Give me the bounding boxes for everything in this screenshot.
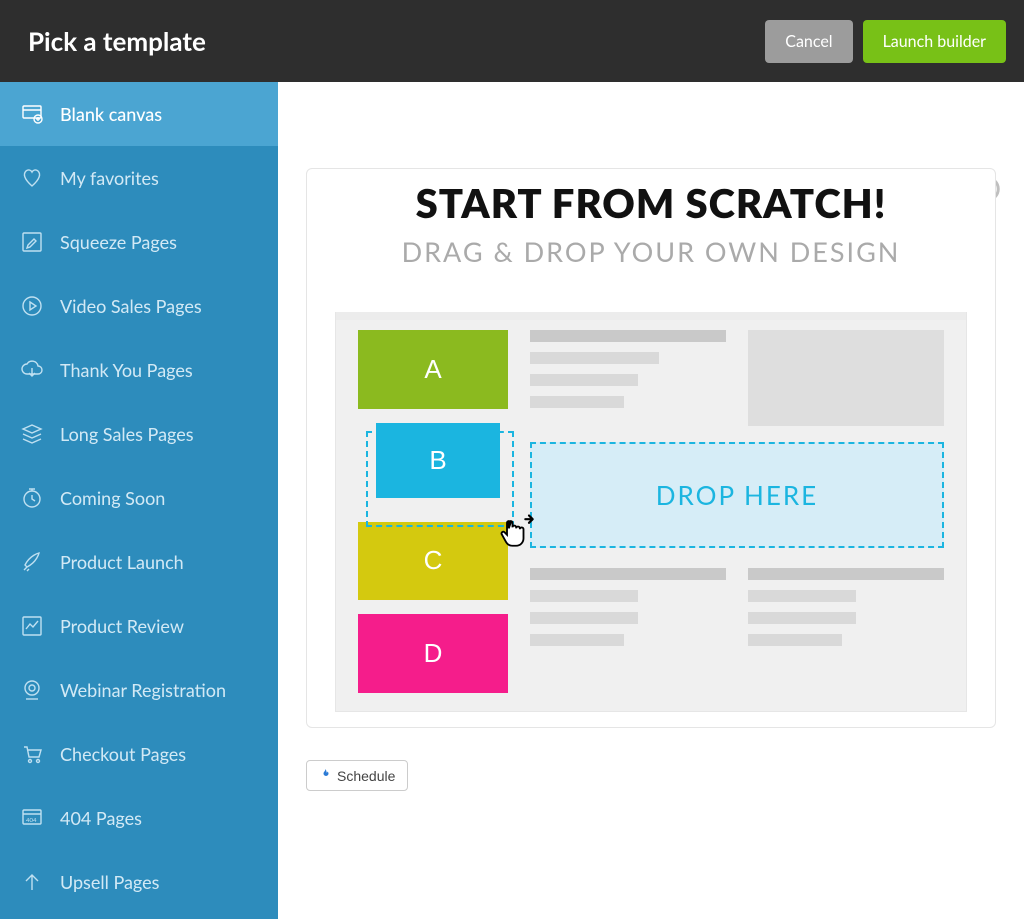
placeholder-line	[748, 612, 856, 624]
mock-block-c: C	[358, 522, 508, 601]
sidebar-item-label: Checkout Pages	[60, 743, 186, 765]
sidebar-item-product-review[interactable]: Product Review	[0, 594, 278, 658]
sidebar-item-label: Product Review	[60, 615, 184, 637]
drag-cursor-icon	[496, 510, 540, 554]
sidebar-item-my-favorites[interactable]: My favorites	[0, 146, 278, 210]
sidebar-item-label: Product Launch	[60, 551, 184, 573]
sidebar-item-long-sales[interactable]: Long Sales Pages	[0, 402, 278, 466]
preview-title: START FROM SCRATCH!	[307, 179, 995, 227]
placeholder-line	[530, 568, 726, 580]
drop-zone: DROP HERE	[530, 442, 944, 548]
placeholder-line	[530, 352, 659, 364]
clock-icon	[20, 486, 44, 510]
chart-icon	[20, 614, 44, 638]
mock-block-a: A	[358, 330, 508, 409]
sidebar-item-label: Video Sales Pages	[60, 295, 202, 317]
rocket-icon	[20, 550, 44, 574]
mock-block-d: D	[358, 614, 508, 693]
sidebar-item-checkout-pages[interactable]: Checkout Pages	[0, 722, 278, 786]
arrow-up-icon	[20, 870, 44, 894]
placeholder-line	[748, 634, 842, 646]
placeholder-line	[530, 330, 726, 342]
sidebar-item-webinar-registration[interactable]: Webinar Registration	[0, 658, 278, 722]
placeholder-line	[530, 612, 638, 624]
page-title: Pick a template	[28, 25, 206, 57]
mock-block-b: B	[376, 423, 500, 498]
sidebar-item-label: My favorites	[60, 167, 159, 189]
schedule-icon	[319, 767, 331, 784]
cancel-button[interactable]: Cancel	[765, 20, 852, 63]
cloud-download-icon	[20, 358, 44, 382]
placeholder-box	[748, 330, 944, 426]
placeholder-line	[530, 396, 624, 408]
mock-right-column: DROP HERE	[530, 330, 944, 693]
sidebar-item-label: Long Sales Pages	[60, 423, 194, 445]
sidebar: Blank canvas My favorites Squeeze Pages …	[0, 82, 278, 919]
canvas-plus-icon	[20, 102, 44, 126]
sidebar-item-404-pages[interactable]: 404 404 Pages	[0, 786, 278, 850]
sidebar-item-coming-soon[interactable]: Coming Soon	[0, 466, 278, 530]
error-page-icon: 404	[20, 806, 44, 830]
placeholder-line	[748, 590, 856, 602]
sidebar-item-upsell-pages[interactable]: Upsell Pages	[0, 850, 278, 914]
header: Pick a template Cancel Launch builder	[0, 0, 1024, 82]
cart-icon	[20, 742, 44, 766]
placeholder-line	[530, 590, 638, 602]
mock-left-column: A B C D	[358, 330, 508, 693]
sidebar-item-label: Blank canvas	[60, 103, 162, 125]
schedule-button[interactable]: Schedule	[306, 760, 408, 791]
template-preview-card[interactable]: START FROM SCRATCH! DRAG & DROP YOUR OWN…	[306, 168, 996, 728]
heart-icon	[20, 166, 44, 190]
launch-builder-button[interactable]: Launch builder	[863, 20, 1006, 63]
schedule-label: Schedule	[337, 768, 395, 784]
placeholder-line	[530, 634, 624, 646]
main-content: P Save START FROM SCRATCH! DRAG & DROP Y…	[278, 82, 1024, 919]
placeholder-line	[530, 374, 638, 386]
placeholder-line	[748, 568, 944, 580]
sidebar-item-label: Upsell Pages	[60, 871, 159, 893]
sidebar-item-squeeze-pages[interactable]: Squeeze Pages	[0, 210, 278, 274]
sidebar-item-label: Squeeze Pages	[60, 231, 177, 253]
header-buttons: Cancel Launch builder	[765, 20, 1006, 63]
stack-icon	[20, 422, 44, 446]
sidebar-item-blank-canvas[interactable]: Blank canvas	[0, 82, 278, 146]
play-circle-icon	[20, 294, 44, 318]
sidebar-item-video-sales[interactable]: Video Sales Pages	[0, 274, 278, 338]
layout-mockup: A B C D	[335, 312, 967, 712]
sidebar-item-thank-you[interactable]: Thank You Pages	[0, 338, 278, 402]
webcam-icon	[20, 678, 44, 702]
sidebar-item-label: 404 Pages	[60, 807, 142, 829]
sidebar-item-label: Thank You Pages	[60, 359, 193, 381]
svg-text:404: 404	[26, 817, 37, 824]
preview-subtitle: DRAG & DROP YOUR OWN DESIGN	[307, 235, 995, 268]
sidebar-item-product-launch[interactable]: Product Launch	[0, 530, 278, 594]
sidebar-item-label: Webinar Registration	[60, 679, 226, 701]
edit-icon	[20, 230, 44, 254]
sidebar-item-label: Coming Soon	[60, 487, 165, 509]
